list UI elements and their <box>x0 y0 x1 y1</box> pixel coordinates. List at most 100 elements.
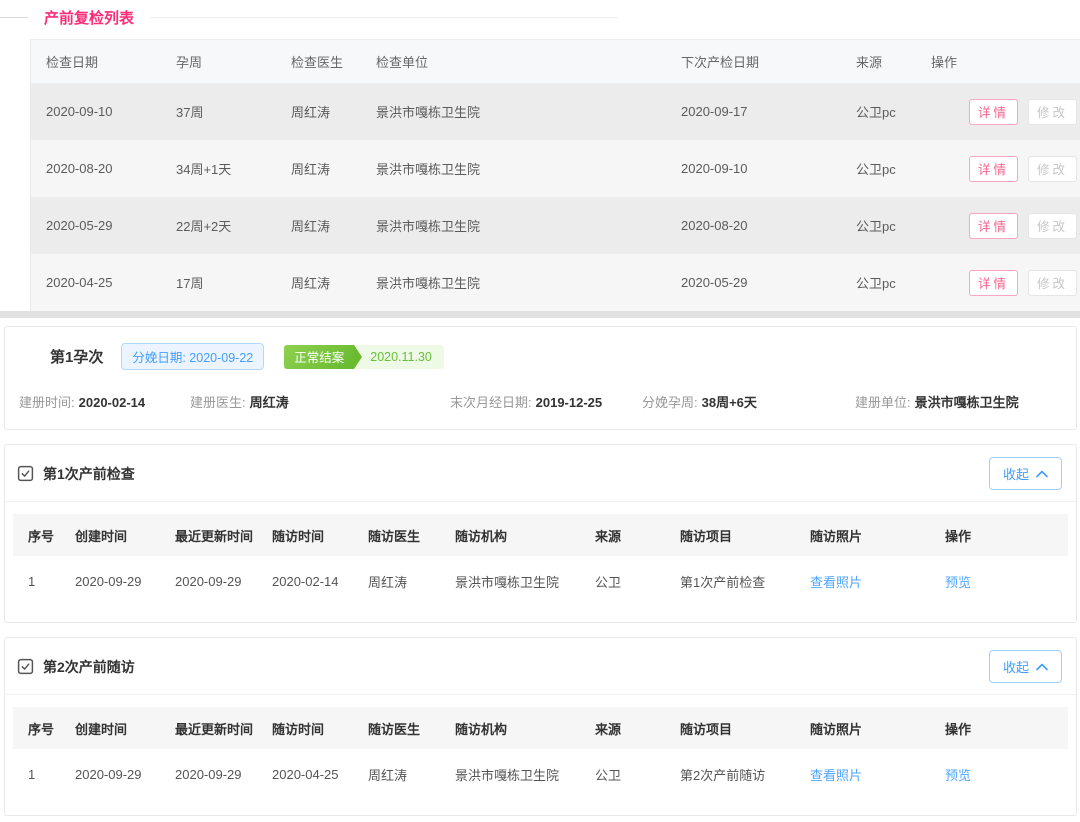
cell-source: 公卫pc <box>841 159 916 178</box>
info-value: 2019-12-25 <box>536 395 603 410</box>
column-header-no: 序号 <box>13 719 60 738</box>
info-item-record-doctor: 建册医生:周红涛 <box>190 392 450 411</box>
cell-visit-date: 2020-04-25 <box>257 767 353 782</box>
cell-gest-week: 37周 <box>161 102 276 121</box>
visit-table-row: 1 2020-09-29 2020-09-29 2020-02-14 周红涛 景… <box>13 556 1068 606</box>
collapse-button[interactable]: 收起 <box>989 457 1062 490</box>
section-divider <box>0 311 1080 318</box>
cell-doctor: 周红涛 <box>276 273 361 292</box>
cell-doctor: 周红涛 <box>276 102 361 121</box>
column-header-check-date: 检查日期 <box>31 52 161 71</box>
preview-link[interactable]: 预览 <box>945 575 971 590</box>
info-label: 建册单位: <box>855 395 911 410</box>
column-header-visit-date: 随访时间 <box>257 719 353 738</box>
cell-doctor: 周红涛 <box>276 159 361 178</box>
cell-check-date: 2020-09-10 <box>31 104 161 119</box>
modify-button[interactable]: 修改 <box>1028 156 1077 182</box>
cell-unit: 景洪市嘎栋卫生院 <box>361 159 666 178</box>
detail-button[interactable]: 详情 <box>969 99 1018 125</box>
column-header-created: 创建时间 <box>60 719 160 738</box>
column-header-unit: 检查单位 <box>361 52 666 71</box>
info-item-record-time: 建册时间:2020-02-14 <box>19 392 190 411</box>
column-header-visit-org: 随访机构 <box>440 526 580 545</box>
visit-section-title: 第2次产前随访 <box>43 657 135 677</box>
info-value: 38周+6天 <box>702 395 757 410</box>
column-header-operations: 操作 <box>930 719 1068 738</box>
collapse-button[interactable]: 收起 <box>989 650 1062 683</box>
cell-doctor: 周红涛 <box>276 216 361 235</box>
info-label: 建册时间: <box>19 395 75 410</box>
column-header-doctor: 检查医生 <box>276 52 361 71</box>
modify-button[interactable]: 修改 <box>1028 99 1077 125</box>
cell-source: 公卫pc <box>841 273 916 292</box>
cell-visit-date: 2020-02-14 <box>257 574 353 589</box>
doc-check-icon <box>17 465 34 482</box>
doc-check-icon <box>17 658 34 675</box>
closure-status-badge: 正常结案 <box>284 345 354 369</box>
cell-operations: 详情 修改 <box>916 270 1080 296</box>
cell-next-date: 2020-08-20 <box>666 218 841 233</box>
pregnancy-title: 第1孕次 <box>50 346 103 367</box>
cell-created: 2020-09-29 <box>60 574 160 589</box>
column-header-visit-org: 随访机构 <box>440 719 580 738</box>
visit-section-header: 第2次产前随访 收起 <box>5 638 1076 695</box>
table-row: 2020-09-10 37周 周红涛 景洪市嘎栋卫生院 2020-09-17 公… <box>31 83 1080 140</box>
column-header-operations: 操作 <box>930 526 1068 545</box>
table-row: 2020-04-25 17周 周红涛 景洪市嘎栋卫生院 2020-05-29 公… <box>31 254 1080 311</box>
closure-ribbon: 正常结案 2020.11.30 <box>284 345 444 369</box>
cell-updated: 2020-09-29 <box>160 574 257 589</box>
column-header-operations: 操作 <box>916 52 1080 71</box>
delivery-date-tag: 分娩日期: 2020-09-22 <box>121 343 264 370</box>
cell-project: 第2次产前随访 <box>665 765 795 784</box>
cell-unit: 景洪市嘎栋卫生院 <box>361 216 666 235</box>
info-label: 分娩孕周: <box>642 395 698 410</box>
list-title-row: 产前复检列表 <box>0 5 1080 29</box>
cell-source: 公卫 <box>580 572 665 591</box>
collapse-button-label: 收起 <box>1003 657 1029 676</box>
column-header-updated: 最近更新时间 <box>160 719 257 738</box>
chevron-up-icon <box>1036 663 1048 671</box>
cell-no: 1 <box>13 767 60 782</box>
preview-link[interactable]: 预览 <box>945 768 971 783</box>
pregnancy-card: 第1孕次 分娩日期: 2020-09-22 正常结案 2020.11.30 建册… <box>4 326 1077 430</box>
cell-check-date: 2020-05-29 <box>31 218 161 233</box>
visit-table: 序号 创建时间 最近更新时间 随访时间 随访医生 随访机构 来源 随访项目 随访… <box>13 514 1068 606</box>
cell-updated: 2020-09-29 <box>160 767 257 782</box>
column-header-source: 来源 <box>580 526 665 545</box>
table-header-row: 检查日期 孕周 检查医生 检查单位 下次产检日期 来源 操作 <box>31 39 1080 83</box>
cell-no: 1 <box>13 574 60 589</box>
visit-section-card-2: 第2次产前随访 收起 序号 创建时间 最近更新时间 随访时间 随访医生 随访机构… <box>4 637 1077 816</box>
pregnancy-info-row: 建册时间:2020-02-14 建册医生:周红涛 末次月经日期: 2019-12-… <box>5 392 1076 411</box>
page-title: 产前复检列表 <box>44 7 134 28</box>
cell-operations: 详情 修改 <box>916 156 1080 182</box>
modify-button[interactable]: 修改 <box>1028 213 1077 239</box>
detail-button[interactable]: 详情 <box>969 156 1018 182</box>
cell-gest-week: 17周 <box>161 273 276 292</box>
visit-table-row: 1 2020-09-29 2020-09-29 2020-04-25 周红涛 景… <box>13 749 1068 799</box>
column-header-photos: 随访照片 <box>795 719 930 738</box>
cell-operations: 详情 修改 <box>916 99 1080 125</box>
modify-button[interactable]: 修改 <box>1028 270 1077 296</box>
column-header-source: 来源 <box>580 719 665 738</box>
column-header-project: 随访项目 <box>665 719 795 738</box>
chevron-up-icon <box>1036 470 1048 478</box>
info-item-delivery-week: 分娩孕周: 38周+6天 <box>642 392 855 411</box>
table-row: 2020-08-20 34周+1天 周红涛 景洪市嘎栋卫生院 2020-09-1… <box>31 140 1080 197</box>
view-photos-link[interactable]: 查看照片 <box>810 768 862 783</box>
visit-section-header: 第1次产前检查 收起 <box>5 445 1076 502</box>
cell-unit: 景洪市嘎栋卫生院 <box>361 273 666 292</box>
cell-visit-doctor: 周红涛 <box>353 572 440 591</box>
visit-table: 序号 创建时间 最近更新时间 随访时间 随访医生 随访机构 来源 随访项目 随访… <box>13 707 1068 799</box>
info-label: 末次月经日期: <box>450 395 532 410</box>
title-divider-left <box>0 17 28 18</box>
column-header-no: 序号 <box>13 526 60 545</box>
cell-source: 公卫pc <box>841 102 916 121</box>
cell-source: 公卫pc <box>841 216 916 235</box>
closure-date-badge: 2020.11.30 <box>354 345 444 369</box>
detail-button[interactable]: 详情 <box>969 270 1018 296</box>
cell-operations: 详情 修改 <box>916 213 1080 239</box>
info-item-last-menstrual: 末次月经日期: 2019-12-25 <box>450 392 642 411</box>
detail-button[interactable]: 详情 <box>969 213 1018 239</box>
view-photos-link[interactable]: 查看照片 <box>810 575 862 590</box>
info-label: 建册医生: <box>190 395 246 410</box>
